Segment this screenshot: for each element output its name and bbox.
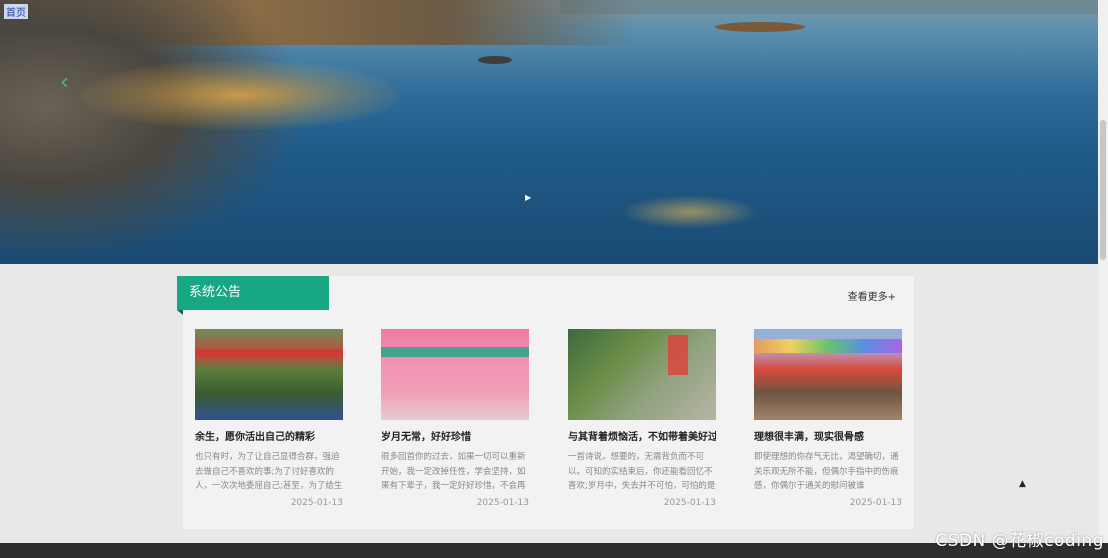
announcement-panel: 系统公告 查看更多+ 余生，愿你活出自己的精彩 也只有时，为了让自己显得合群，强…	[177, 276, 914, 529]
banner-horizon	[560, 0, 1098, 14]
card-date: 2025-01-13	[849, 498, 902, 508]
home-link[interactable]: 首页	[4, 4, 28, 19]
card-image[interactable]	[381, 329, 529, 420]
announcement-card[interactable]: 与其背着烦恼活，不如带着美好过 一首诗说，想要的，无需背负而不可以。可知的实结束…	[568, 329, 716, 508]
card-description: 也只有时，为了让自己显得合群，强迫去做自己不喜欢的事;为了讨好喜欢的人，一次次地…	[195, 452, 343, 491]
card-title[interactable]: 理想很丰满，现实很骨感	[754, 428, 902, 443]
card-description: 一首诗说，想要的，无需背负而不可以。可知的实结束后，你还能看回忆不喜欢;岁月中，…	[568, 452, 716, 491]
view-more-link[interactable]: 查看更多+	[848, 288, 896, 303]
banner-sun-reflection	[80, 60, 400, 130]
announcement-card[interactable]: 岁月无常，好好珍惜 很多回首你的过去，如果一切可以重新开始，我一定改掉任性，学会…	[381, 329, 529, 508]
arrow-up-icon[interactable]: ▲	[1019, 479, 1026, 489]
chevron-left-icon[interactable]: ‹	[60, 70, 69, 95]
card-image[interactable]	[754, 329, 902, 420]
banner-island	[715, 22, 805, 32]
card-title[interactable]: 与其背着烦恼活，不如带着美好过	[568, 428, 716, 443]
card-image[interactable]	[195, 329, 343, 420]
page-scrollbar[interactable]	[1098, 0, 1108, 543]
card-description: 即使理想的你存气无比，渴望确切，通关乐观无所不能，但偶尔手指中的伤痕感，你偶尔于…	[754, 452, 899, 491]
banner-rock	[478, 56, 512, 64]
watermark: CSDN @花椒coding	[935, 531, 1104, 551]
banner-rocks-left	[0, 0, 310, 264]
announcement-card[interactable]: 余生，愿你活出自己的精彩 也只有时，为了让自己显得合群，强迫去做自己不喜欢的事;…	[195, 329, 343, 508]
scrollbar-thumb[interactable]	[1100, 120, 1106, 260]
card-description: 很多回首你的过去，如果一切可以重新开始，我一定改掉任性，学会坚持，如果有下辈子，…	[381, 452, 526, 491]
card-date: 2025-01-13	[663, 498, 716, 508]
card-date: 2025-01-13	[290, 498, 343, 508]
mouse-cursor-icon: ▶	[525, 193, 532, 202]
announcement-card[interactable]: 理想很丰满，现实很骨感 即使理想的你存气无比，渴望确切，通关乐观无所不能，但偶尔…	[754, 329, 902, 508]
hero-banner: 首页 ‹ ▶	[0, 0, 1098, 264]
card-title[interactable]: 余生，愿你活出自己的精彩	[195, 428, 343, 443]
banner-light-reflection	[620, 195, 760, 229]
section-title: 系统公告	[177, 276, 329, 315]
card-image[interactable]	[568, 329, 716, 420]
card-date: 2025-01-13	[476, 498, 529, 508]
card-title[interactable]: 岁月无常，好好珍惜	[381, 428, 529, 443]
